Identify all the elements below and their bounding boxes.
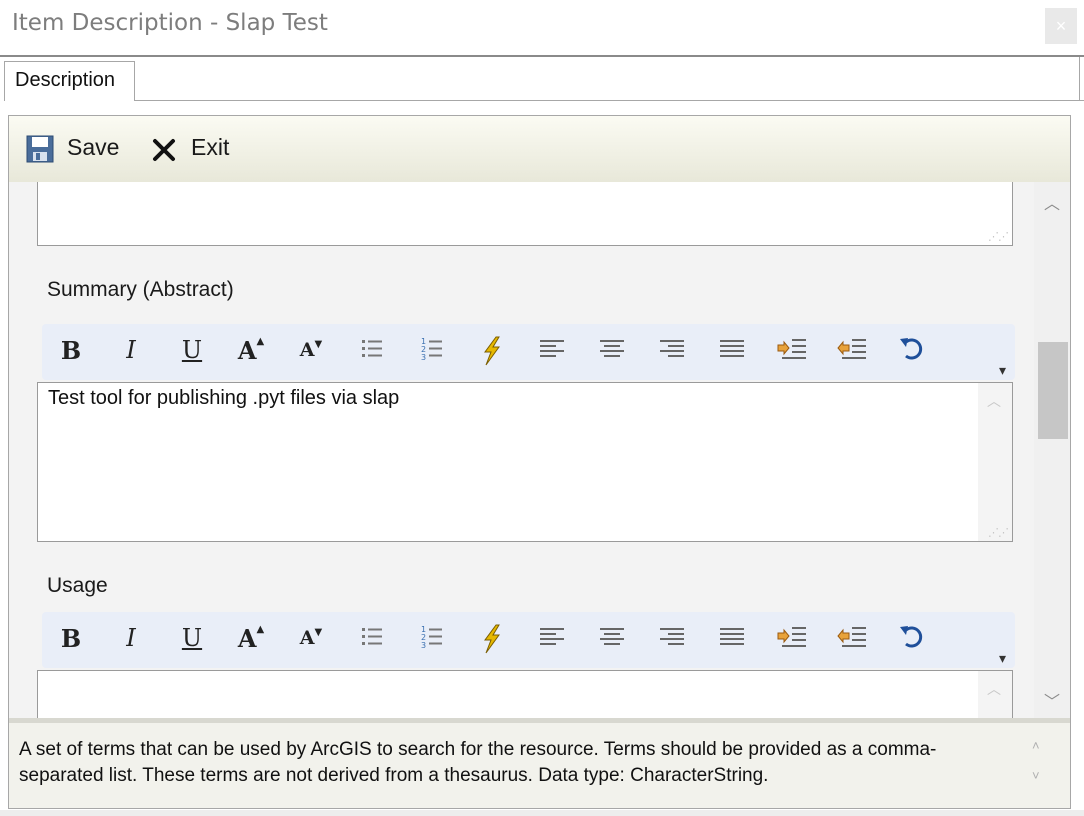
indent-button[interactable] (775, 624, 809, 656)
align-left-button[interactable] (535, 624, 569, 656)
chevron-down-icon[interactable]: ˅ (1032, 761, 1040, 791)
svg-text:3: 3 (421, 641, 426, 650)
bullet-list-icon (362, 340, 382, 357)
clear-format-button[interactable] (475, 624, 509, 656)
undo-icon (900, 338, 923, 360)
title-bar: Item Description - Slap Test × (0, 0, 1084, 57)
summary-scrollbar[interactable]: ︿ (978, 383, 1012, 541)
resize-grip-icon[interactable]: ⋰⋰ (988, 230, 1009, 243)
save-button[interactable]: Save (25, 132, 121, 166)
grow-font-icon: A (237, 624, 257, 653)
indent-button[interactable] (775, 336, 809, 368)
more-options-icon[interactable]: ▾ (999, 362, 1006, 379)
indent-icon (777, 339, 806, 359)
grow-font-icon: A (237, 336, 257, 365)
align-right-icon (660, 340, 684, 357)
summary-label: Summary (Abstract) (47, 278, 234, 301)
grow-font-button[interactable]: A▲ (234, 336, 268, 368)
bullet-list-button[interactable] (355, 624, 389, 656)
help-text: A set of terms that can be used by ArcGI… (19, 739, 937, 786)
align-center-button[interactable] (595, 336, 629, 368)
undo-button[interactable] (895, 624, 929, 656)
numbered-list-icon: 123 (421, 625, 442, 650)
save-icon (26, 135, 54, 163)
clear-format-button[interactable] (475, 336, 509, 368)
chevron-down-icon[interactable]: ﹀ (1044, 688, 1060, 712)
numbered-list-icon: 123 (421, 337, 442, 362)
outdent-button[interactable] (835, 336, 869, 368)
bullet-list-icon (362, 628, 382, 645)
underline-button[interactable]: U (175, 624, 209, 656)
align-center-button[interactable] (595, 624, 629, 656)
main-toolbar: Save Exit (9, 116, 1070, 183)
chevron-up-icon[interactable]: ︿ (987, 679, 1001, 699)
grow-font-button[interactable]: A▲ (234, 624, 268, 656)
align-right-icon (660, 628, 684, 645)
outdent-button[interactable] (835, 624, 869, 656)
more-options-icon[interactable]: ▾ (999, 650, 1006, 667)
summary-textbox[interactable]: Test tool for publishing .pyt files via … (37, 382, 1013, 542)
numbered-list-button[interactable]: 123 (415, 624, 449, 656)
indent-icon (777, 627, 806, 647)
undo-button[interactable] (895, 336, 929, 368)
align-left-button[interactable] (535, 336, 569, 368)
align-center-icon (600, 628, 624, 645)
italic-button[interactable]: I (114, 336, 148, 368)
outdent-icon (837, 627, 866, 647)
help-panel: A set of terms that can be used by ArcGI… (9, 718, 1070, 808)
numbered-list-button[interactable]: 123 (415, 336, 449, 368)
chevron-up-icon[interactable]: ︿ (1044, 190, 1060, 214)
exit-button[interactable]: Exit (151, 132, 241, 166)
svg-text:3: 3 (421, 353, 426, 362)
close-icon (153, 139, 175, 161)
justify-icon (720, 340, 744, 357)
tab-edge (1079, 57, 1080, 101)
align-right-button[interactable] (655, 336, 689, 368)
align-left-icon (540, 340, 564, 357)
bullet-list-button[interactable] (355, 336, 389, 368)
outdent-icon (837, 339, 866, 359)
window-bottom-edge (0, 810, 1084, 816)
lightning-icon (484, 624, 500, 654)
tab-description[interactable]: Description (4, 61, 135, 101)
align-left-icon (540, 628, 564, 645)
usage-scrollbar[interactable]: ︿ (978, 671, 1012, 718)
close-button[interactable]: × (1045, 8, 1077, 44)
usage-format-toolbar: B I U A▲ A▼ 123 ▾ (42, 612, 1015, 668)
help-scrollbar[interactable]: ˄ ˅ (1032, 731, 1040, 791)
justify-button[interactable] (715, 336, 749, 368)
bold-button[interactable]: B (54, 336, 88, 368)
save-label: Save (67, 134, 120, 160)
align-center-icon (600, 340, 624, 357)
justify-icon (720, 628, 744, 645)
justify-button[interactable] (715, 624, 749, 656)
shrink-font-button[interactable]: A▼ (294, 627, 328, 659)
scrollbar-thumb[interactable] (1038, 342, 1068, 439)
underline-button[interactable]: U (175, 336, 209, 368)
align-right-button[interactable] (655, 624, 689, 656)
shrink-font-button[interactable]: A▼ (294, 339, 328, 371)
content-scrollbar[interactable]: ︿ ﹀ (1034, 182, 1070, 718)
usage-textbox[interactable]: ︿ (37, 670, 1013, 718)
exit-label: Exit (191, 134, 230, 160)
summary-format-toolbar: B I U A▲ A▼ 123 ▾ (42, 324, 1015, 380)
italic-button[interactable]: I (114, 624, 148, 656)
chevron-up-icon[interactable]: ˄ (1032, 731, 1040, 761)
tab-strip: Description (0, 57, 1084, 101)
shrink-font-icon: A (299, 627, 315, 649)
lightning-icon (484, 336, 500, 366)
metadata-content: ⋰⋰ Summary (Abstract) B I U A▲ A▼ 123 ▾ … (9, 182, 1034, 718)
summary-text: Test tool for publishing .pyt files via … (48, 387, 400, 409)
previous-field-textbox[interactable]: ⋰⋰ (37, 182, 1013, 246)
bold-button[interactable]: B (54, 624, 88, 656)
chevron-up-icon[interactable]: ︿ (987, 391, 1001, 411)
resize-grip-icon[interactable]: ⋰⋰ (988, 526, 1009, 539)
shrink-font-icon: A (299, 339, 315, 361)
window-title: Item Description - Slap Test (12, 10, 328, 36)
usage-label: Usage (47, 574, 108, 597)
tab-divider (135, 100, 1084, 101)
undo-icon (900, 626, 923, 648)
